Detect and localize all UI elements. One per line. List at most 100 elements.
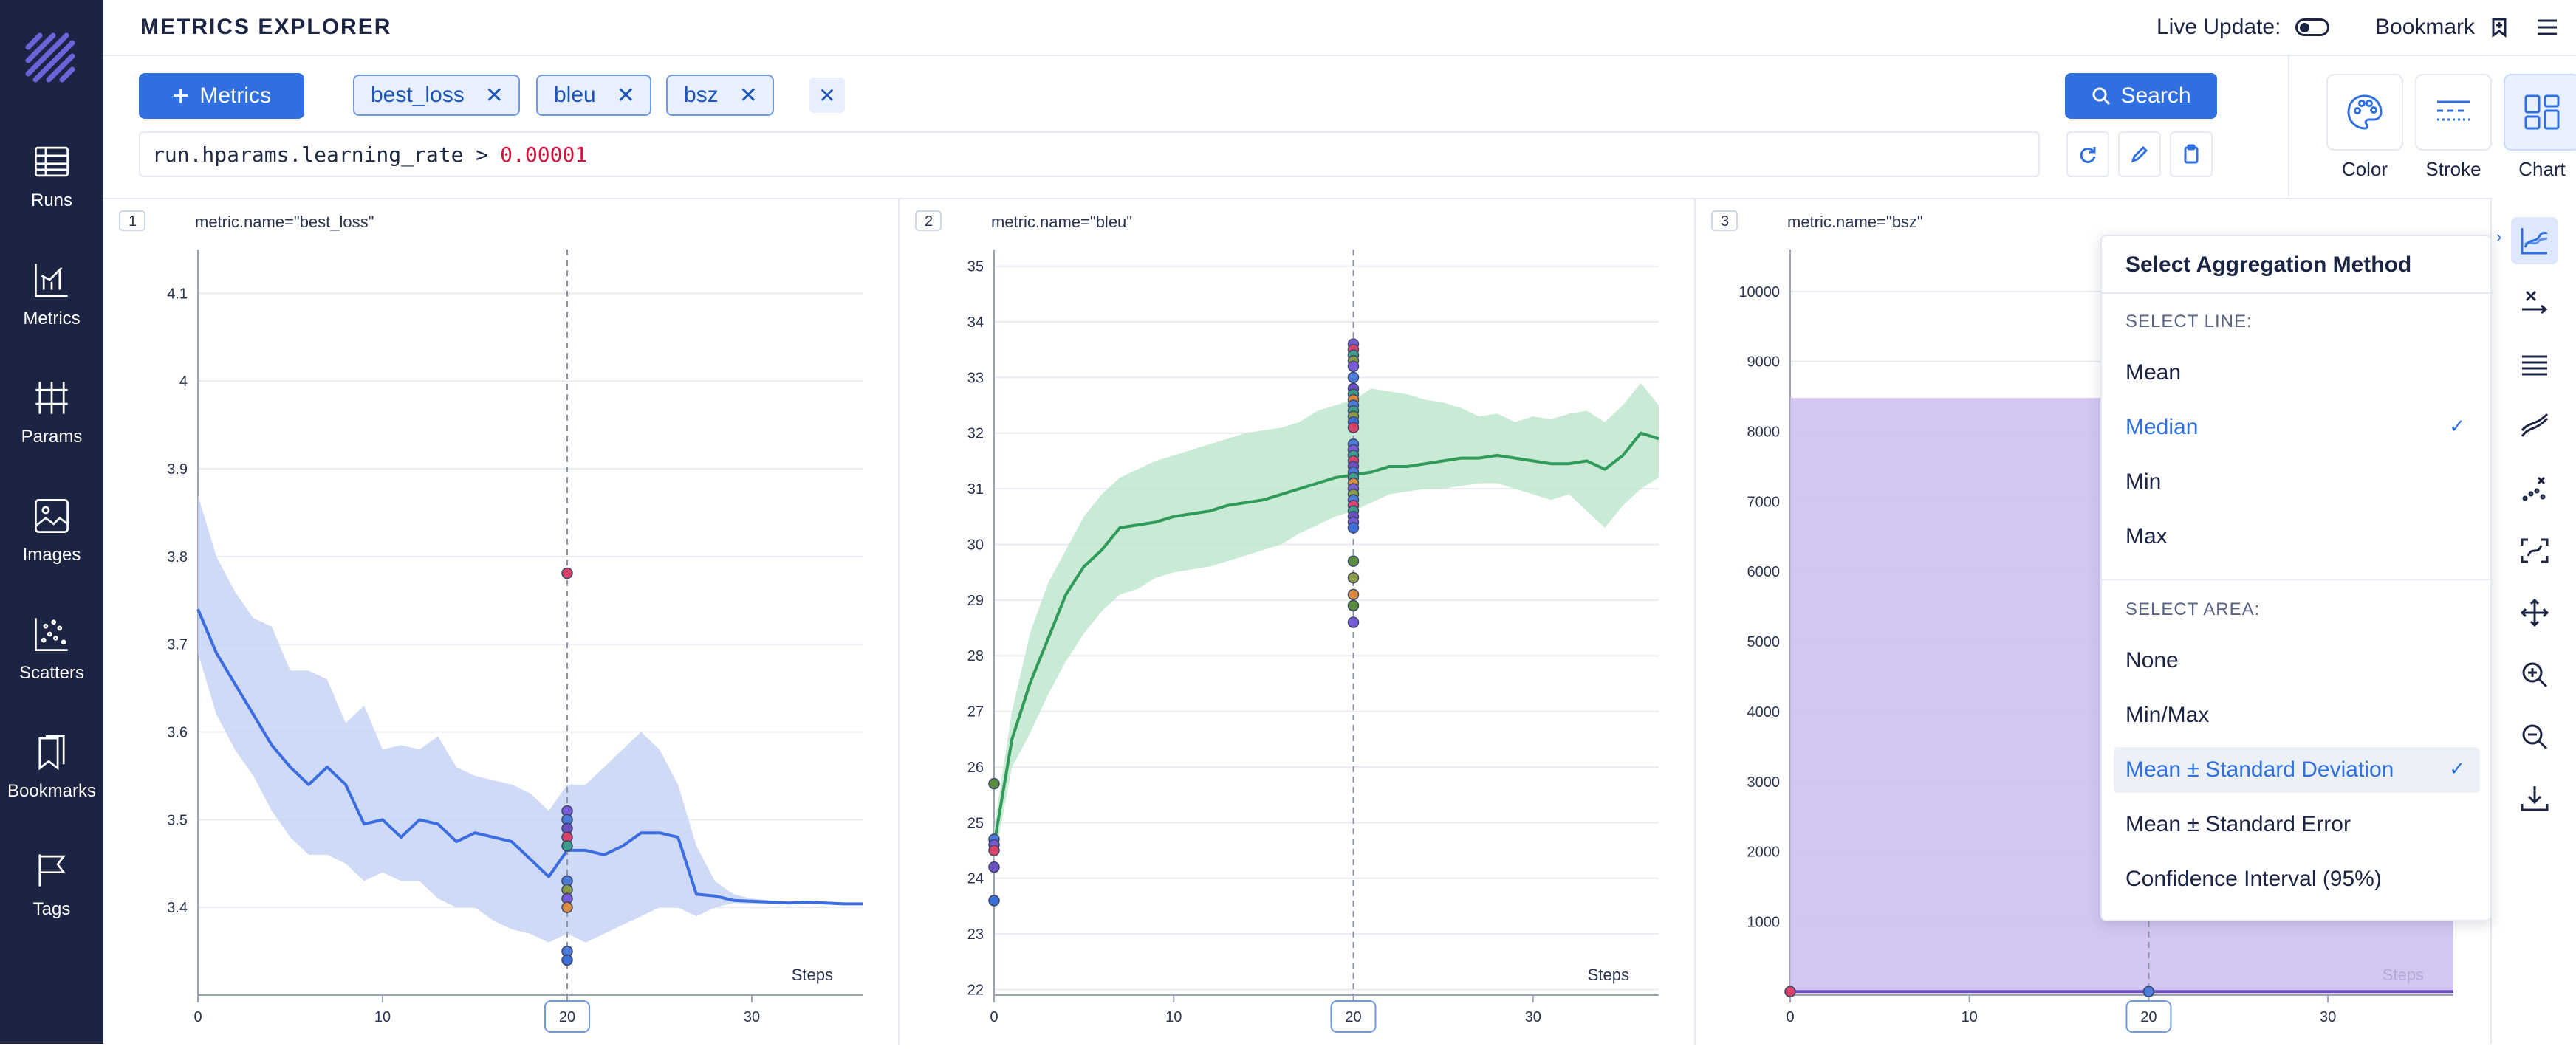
close-icon[interactable]: ✕: [739, 83, 758, 109]
params-icon: [35, 382, 68, 414]
metric-chip-bsz[interactable]: bsz ✕: [666, 75, 774, 116]
menu-icon[interactable]: [2535, 15, 2560, 44]
select-area-heading: SELECT AREA:: [2125, 599, 2261, 619]
query-input[interactable]: run.hparams.learning_rate > 0.00001: [139, 131, 2040, 177]
download-button[interactable]: [2511, 775, 2558, 822]
sidebar-item-tags[interactable]: Tags: [0, 830, 103, 940]
y-tick-label: 3.5: [167, 812, 188, 828]
sidebar: Runs Metrics Params Images Scatters Book…: [0, 0, 103, 1044]
close-icon[interactable]: ✕: [617, 83, 635, 109]
close-icon[interactable]: ✕: [485, 83, 504, 109]
download-icon: [2521, 786, 2549, 811]
area-option-confidence-interval[interactable]: Confidence Interval (95%): [2114, 856, 2480, 902]
color-config-button[interactable]: [2326, 74, 2403, 151]
color-config-label: Color: [2341, 158, 2388, 180]
curve-interpolation-button[interactable]: [2511, 403, 2558, 450]
data-point: [1347, 371, 1360, 384]
flag-icon: [38, 854, 66, 887]
data-point: [988, 895, 1000, 907]
option-label: Confidence Interval (95%): [2125, 867, 2382, 891]
sidebar-item-label: Params: [21, 427, 83, 447]
line-option-min[interactable]: Min: [2114, 459, 2480, 505]
metric-chip-best-loss[interactable]: best_loss ✕: [353, 75, 520, 116]
copy-query-button[interactable]: [2170, 131, 2213, 177]
aggregation-button[interactable]: [2511, 217, 2558, 264]
y-tick-label: 3.8: [167, 549, 188, 565]
chart-config-button[interactable]: [2504, 74, 2576, 151]
option-label: Min/Max: [2125, 703, 2210, 727]
area-option-std-err[interactable]: Mean ± Standard Error: [2114, 802, 2480, 847]
line-option-max[interactable]: Max: [2114, 514, 2480, 560]
area-option-std-dev[interactable]: Mean ± Standard Deviation ✓: [2114, 747, 2480, 793]
query-value: 0.00001: [500, 142, 588, 167]
x-axis-label: Steps: [792, 966, 833, 984]
sidebar-item-bookmarks[interactable]: Bookmarks: [0, 712, 103, 822]
std-dev-band: [994, 382, 1659, 862]
sidebar-item-label: Scatters: [18, 663, 85, 683]
aggregation-icon: [2521, 228, 2549, 255]
metrics-button-label: Metrics: [199, 83, 272, 108]
lines-icon: [2522, 355, 2547, 376]
y-tick-label: 6000: [1747, 564, 1781, 580]
select-line-heading: SELECT LINE:: [2125, 312, 2253, 331]
add-metrics-button[interactable]: + Metrics: [139, 73, 304, 119]
y-tick-label: 3.6: [167, 725, 188, 741]
y-tick-label: 35: [967, 259, 984, 275]
x-tick-label: 0: [990, 1009, 998, 1025]
chip-label: best_loss: [371, 83, 465, 107]
chart-index: 3: [1721, 213, 1729, 230]
app-logo[interactable]: [22, 31, 78, 87]
edit-query-button[interactable]: [2118, 131, 2161, 177]
data-point: [561, 954, 573, 966]
data-point: [1347, 616, 1360, 628]
image-icon: [35, 499, 69, 533]
chip-label: bsz: [684, 83, 719, 107]
chip-label: bleu: [554, 83, 596, 107]
bookmark-label: Bookmark: [2375, 15, 2476, 39]
data-point: [1347, 588, 1360, 601]
x-axis-button[interactable]: [2511, 279, 2558, 326]
y-tick-label: 9000: [1747, 354, 1781, 371]
sidebar-item-metrics[interactable]: Metrics: [0, 239, 103, 350]
check-icon: ✓: [2449, 415, 2465, 437]
search-icon: [2092, 87, 2111, 106]
y-tick-label: 26: [967, 760, 984, 776]
option-label: Median: [2125, 415, 2199, 439]
line-option-median[interactable]: Median ✓: [2114, 405, 2480, 450]
zoom-in-button[interactable]: [2511, 651, 2558, 698]
data-point: [988, 845, 1000, 856]
y-tick-label: 31: [967, 481, 984, 498]
metric-chip-bleu[interactable]: bleu ✕: [536, 75, 651, 116]
sidebar-item-images[interactable]: Images: [0, 475, 103, 586]
line-option-mean[interactable]: Mean: [2114, 350, 2480, 396]
option-label: Mean ± Standard Deviation: [2125, 757, 2394, 782]
zoom-out-button[interactable]: [2511, 713, 2558, 760]
pan-button[interactable]: [2511, 589, 2558, 636]
data-point: [988, 777, 1000, 790]
area-option-min-max[interactable]: Min/Max: [2114, 692, 2480, 738]
live-update-toggle[interactable]: [2295, 18, 2330, 36]
sidebar-item-scatters[interactable]: Scatters: [0, 594, 103, 704]
reset-query-button[interactable]: [2066, 131, 2109, 177]
live-update-label: Live Update:: [2157, 15, 2281, 39]
area-option-none[interactable]: None: [2114, 638, 2480, 684]
y-tick-label: 28: [967, 648, 984, 664]
option-label: Min: [2125, 470, 2162, 494]
search-button[interactable]: Search: [2065, 73, 2217, 119]
page-title: METRICS EXPLORER: [140, 15, 392, 39]
chart-title: metric.name="bleu": [991, 213, 1132, 231]
data-point: [561, 840, 573, 852]
y-tick-label: 7000: [1747, 494, 1781, 510]
smoothing-button[interactable]: [2511, 341, 2558, 388]
x-tick-label: 10: [1962, 1009, 1978, 1025]
stroke-config-button[interactable]: [2415, 74, 2492, 151]
bookmark-button[interactable]: Bookmark: [2375, 15, 2510, 40]
outliers-button[interactable]: [2511, 465, 2558, 512]
chart-title: metric.name="bsz": [1787, 213, 1923, 231]
zoom-select-button[interactable]: [2511, 527, 2558, 574]
sidebar-item-params[interactable]: Params: [0, 357, 103, 468]
clear-chips-button[interactable]: ✕: [809, 78, 845, 113]
sidebar-item-runs[interactable]: Runs: [0, 121, 103, 232]
chart-config-label: Chart: [2518, 158, 2566, 180]
zoom-in-icon: [2522, 662, 2548, 688]
